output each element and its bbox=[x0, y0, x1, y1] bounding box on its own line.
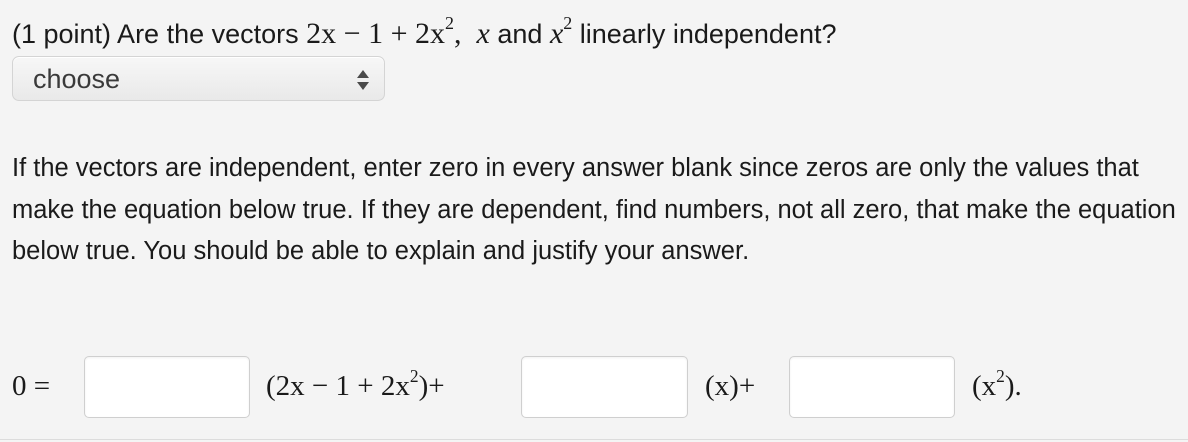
updown-arrows-icon bbox=[356, 68, 370, 92]
independence-select[interactable]: choose bbox=[12, 56, 385, 101]
vector-2: x bbox=[476, 17, 490, 50]
question-conjunction: and bbox=[497, 19, 543, 49]
coefficient-1-input[interactable] bbox=[84, 356, 250, 418]
question-text: (1 point) Are the vectors 2x − 1 + 2x2, … bbox=[12, 14, 836, 54]
vector-1: 2x − 1 + 2x2, bbox=[306, 13, 462, 50]
divider bbox=[0, 439, 1188, 440]
question-prefix: (1 point) Are the vectors bbox=[12, 19, 299, 49]
coefficient-3-input[interactable] bbox=[789, 356, 955, 418]
equation-term-2: (x)+ bbox=[705, 370, 756, 402]
select-value: choose bbox=[33, 64, 121, 94]
instructions-paragraph: If the vectors are independent, enter ze… bbox=[12, 154, 1176, 265]
equation-lhs: 0 = bbox=[12, 370, 51, 402]
equation-row: 0 = (2x − 1 + 2x2)+ (x)+ (x2). bbox=[0, 356, 1188, 418]
vector-3: x2 bbox=[549, 13, 573, 50]
coefficient-2-input[interactable] bbox=[521, 356, 688, 418]
equation-term-1: (2x − 1 + 2x2)+ bbox=[266, 365, 445, 402]
question-suffix: linearly independent? bbox=[579, 19, 837, 49]
equation-term-3: (x2). bbox=[972, 365, 1022, 402]
